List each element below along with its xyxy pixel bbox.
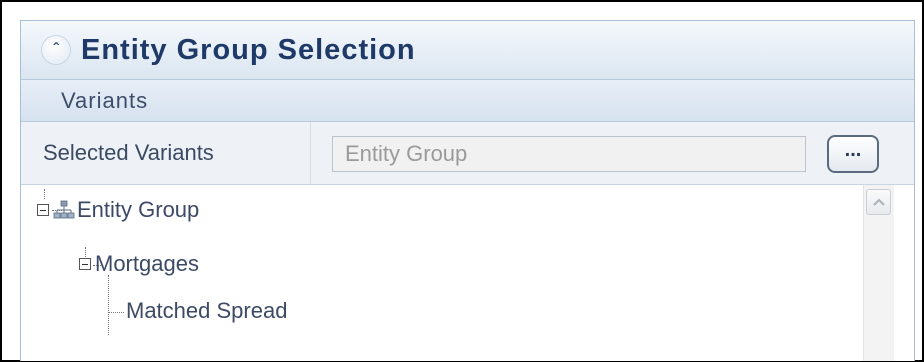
tree-connector — [108, 275, 109, 335]
entity-group-selection-panel: ˆ Entity Group Selection Variants Select… — [20, 20, 915, 361]
selected-variants-row: Selected Variants ... — [21, 122, 914, 185]
tree-node-mortgages[interactable]: Mortgages — [79, 251, 199, 277]
panel-header: ˆ Entity Group Selection — [21, 21, 914, 80]
screenshot-frame: ˆ Entity Group Selection Variants Select… — [0, 0, 924, 362]
double-chevron-up-icon[interactable]: ˆ — [41, 35, 71, 65]
scroll-up-icon[interactable] — [866, 189, 891, 215]
tree-node-label: Entity Group — [77, 197, 200, 222]
selected-variants-label: Selected Variants — [21, 122, 311, 184]
collapse-toggle-icon[interactable] — [79, 258, 91, 270]
variant-tree: Entity Group Mortgages Matched Spread — [21, 185, 914, 361]
collapse-toggle-icon[interactable] — [37, 204, 49, 216]
browse-variants-button[interactable]: ... — [827, 135, 879, 173]
tree-node-entity-group[interactable]: Entity Group — [37, 197, 199, 223]
tree-connector — [108, 312, 124, 313]
tree-node-matched-spread[interactable]: Matched Spread — [126, 298, 287, 324]
variants-label: Variants — [61, 87, 149, 113]
hierarchy-icon — [53, 200, 75, 219]
tree-node-label: Matched Spread — [126, 298, 288, 323]
variants-section-header: Variants — [21, 80, 914, 122]
tree-node-label: Mortgages — [95, 251, 199, 276]
selected-variants-input[interactable] — [332, 136, 806, 172]
tree-scrollbar[interactable] — [863, 185, 894, 361]
panel-title: Entity Group Selection — [81, 33, 416, 66]
